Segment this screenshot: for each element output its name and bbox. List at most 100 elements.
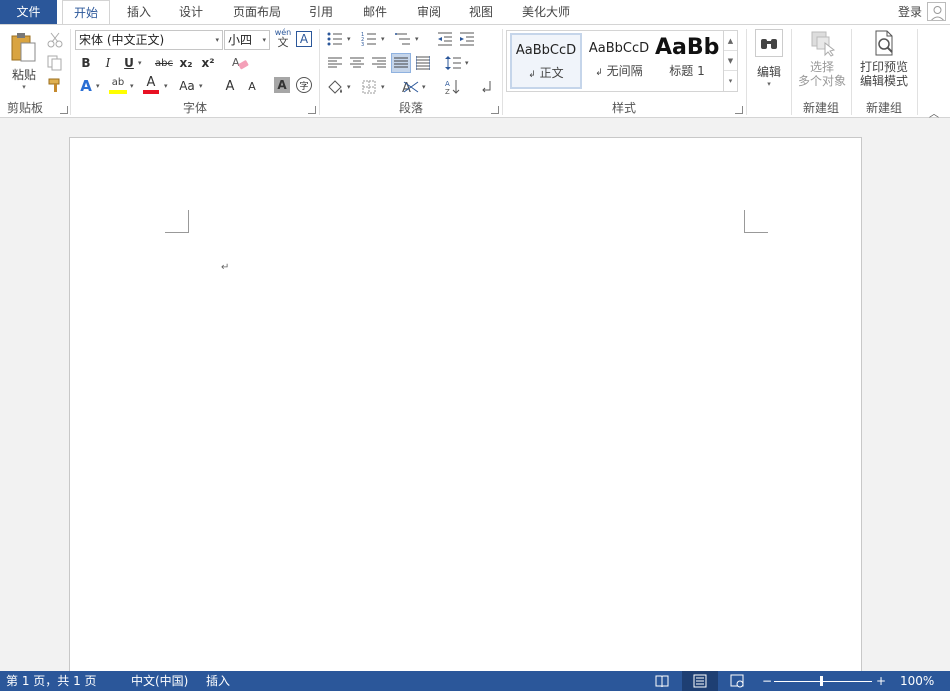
font-name-combo[interactable]: 宋体 (中文正文) ▾ xyxy=(75,30,223,50)
align-left-icon[interactable] xyxy=(325,53,345,73)
paragraph-launcher-icon[interactable] xyxy=(491,106,499,114)
tab-view[interactable]: 视图 xyxy=(460,0,502,24)
print-layout-button[interactable] xyxy=(682,671,718,691)
style-item-normal[interactable]: AaBbCcD ↲ 正文 xyxy=(510,33,582,89)
read-mode-icon[interactable] xyxy=(655,674,669,688)
distributed-icon[interactable] xyxy=(413,53,433,73)
enclose-characters-button[interactable]: 字 xyxy=(296,77,312,93)
tab-design[interactable]: 设计 xyxy=(170,0,212,24)
chevron-down-icon[interactable]: ▾ xyxy=(130,82,134,90)
format-painter-icon[interactable] xyxy=(45,75,65,95)
scroll-down-icon[interactable]: ▼ xyxy=(724,51,737,71)
italic-button[interactable]: I xyxy=(98,53,118,73)
decrease-indent-icon[interactable] xyxy=(435,29,455,49)
superscript-button[interactable]: x² xyxy=(198,53,218,73)
grow-font-button[interactable]: A xyxy=(220,76,240,96)
subscript-button[interactable]: x₂ xyxy=(176,53,196,73)
select-objects-button[interactable]: 选择 多个对象 xyxy=(794,29,850,97)
zoom-out-button[interactable]: − xyxy=(762,671,772,691)
styles-scroll: ▲ ▼ ▾ xyxy=(723,31,737,91)
chevron-down-icon[interactable]: ▾ xyxy=(381,35,385,43)
zoom-level[interactable]: 100% xyxy=(900,671,934,691)
chevron-down-icon[interactable]: ▾ xyxy=(415,35,419,43)
styles-label: 样式 xyxy=(611,101,636,115)
cut-icon[interactable] xyxy=(45,30,65,50)
shading-icon[interactable] xyxy=(325,77,345,97)
chevron-down-icon[interactable]: ▾ xyxy=(199,82,203,90)
chevron-down-icon[interactable]: ▾ xyxy=(138,59,142,67)
underline-button[interactable]: U xyxy=(119,53,139,73)
status-language[interactable]: 中文(中国) xyxy=(131,671,188,691)
highlight-button[interactable]: ab xyxy=(108,76,128,96)
strikethrough-button[interactable]: abc xyxy=(152,53,176,73)
paste-icon xyxy=(11,33,36,62)
document-page[interactable]: ↵ xyxy=(69,137,862,677)
character-border-button[interactable]: A xyxy=(296,31,312,47)
new-group-select: 选择 多个对象 新建组 xyxy=(792,25,850,118)
margin-corner-top-left xyxy=(165,210,189,233)
clear-formatting-icon[interactable]: A xyxy=(230,53,250,73)
tab-references[interactable]: 引用 xyxy=(300,0,342,24)
text-effect-button[interactable]: A xyxy=(76,76,96,96)
bold-button[interactable]: B xyxy=(76,53,96,73)
print-preview-icon xyxy=(875,30,893,56)
chevron-down-icon[interactable]: ▾ xyxy=(422,83,426,91)
bullets-icon[interactable] xyxy=(325,29,345,49)
increase-indent-icon[interactable] xyxy=(457,29,477,49)
styles-launcher-icon[interactable] xyxy=(735,106,743,114)
tab-layout[interactable]: 页面布局 xyxy=(226,0,288,24)
status-page-count[interactable]: 第 1 页，共 1 页 xyxy=(6,671,97,691)
select-objects-icon xyxy=(811,31,836,57)
pinyin-guide-button[interactable]: wén 文 xyxy=(274,28,292,50)
line-spacing-icon[interactable] xyxy=(443,53,463,73)
web-layout-icon[interactable] xyxy=(730,674,744,688)
tab-insert[interactable]: 插入 xyxy=(118,0,160,24)
zoom-in-button[interactable]: + xyxy=(876,671,886,691)
scroll-up-icon[interactable]: ▲ xyxy=(724,31,737,51)
sort-icon[interactable]: AZ xyxy=(443,77,463,97)
borders-icon[interactable] xyxy=(359,77,379,97)
print-preview-edit-button[interactable]: 打印预览 编辑模式 xyxy=(854,29,914,97)
tab-review[interactable]: 审阅 xyxy=(408,0,450,24)
align-center-icon[interactable] xyxy=(347,53,367,73)
chevron-down-icon[interactable]: ▾ xyxy=(381,83,385,91)
show-marks-icon[interactable] xyxy=(477,77,497,97)
chevron-down-icon[interactable]: ▾ xyxy=(347,83,351,91)
tab-file[interactable]: 文件 xyxy=(0,0,57,24)
print-preview-line1: 打印预览 xyxy=(859,60,908,74)
editing-button[interactable]: 编辑 ▾ xyxy=(753,29,785,89)
style-preview: AaBb xyxy=(655,35,719,60)
numbering-icon[interactable]: 123 xyxy=(359,29,379,49)
shrink-font-button[interactable]: A xyxy=(242,76,262,96)
chevron-down-icon[interactable]: ▾ xyxy=(164,82,168,90)
character-shading-button[interactable]: A xyxy=(274,77,290,93)
align-right-icon[interactable] xyxy=(369,53,389,73)
change-case-button[interactable]: Aa xyxy=(176,76,198,96)
group-separator xyxy=(746,29,747,115)
more-styles-icon[interactable]: ▾ xyxy=(724,71,737,91)
tab-mailings[interactable]: 邮件 xyxy=(354,0,396,24)
font-color-button[interactable]: A xyxy=(142,76,160,96)
multilevel-list-icon[interactable] xyxy=(393,29,413,49)
tab-home[interactable]: 开始 xyxy=(62,0,110,25)
status-insert-mode[interactable]: 插入 xyxy=(206,671,230,691)
style-item-heading1[interactable]: AaBb 标题 1 xyxy=(655,33,719,89)
login-link[interactable]: 登录 xyxy=(898,0,922,24)
tab-beautify[interactable]: 美化大师 xyxy=(514,0,578,24)
zoom-slider-thumb[interactable] xyxy=(820,676,823,686)
chevron-down-icon[interactable]: ▾ xyxy=(465,59,469,67)
avatar-icon[interactable] xyxy=(927,2,946,21)
justify-icon[interactable] xyxy=(391,53,411,73)
chevron-down-icon[interactable]: ▾ xyxy=(347,35,351,43)
font-size-combo[interactable]: 小四 ▾ xyxy=(224,30,270,50)
paste-button[interactable]: 粘贴 ▾ xyxy=(6,31,42,91)
copy-icon[interactable] xyxy=(45,53,65,73)
chevron-down-icon[interactable]: ▾ xyxy=(96,82,100,90)
style-item-no-spacing[interactable]: AaBbCcD ↲ 无间隔 xyxy=(583,33,655,89)
font-name-value: 宋体 (中文正文) xyxy=(79,33,165,47)
asian-layout-icon[interactable]: A xyxy=(401,77,421,97)
font-launcher-icon[interactable] xyxy=(308,106,316,114)
collapse-ribbon-icon[interactable]: ︿ xyxy=(929,105,939,120)
zoom-slider-track[interactable] xyxy=(774,681,872,682)
clipboard-launcher-icon[interactable] xyxy=(60,106,68,114)
